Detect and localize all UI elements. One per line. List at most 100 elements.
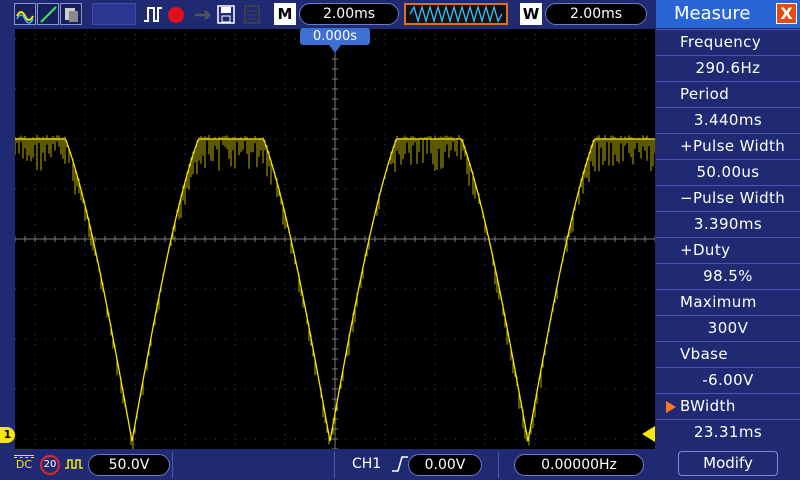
grid-dot xyxy=(385,138,386,140)
grid-dot xyxy=(45,38,46,40)
grid-dot xyxy=(155,138,156,140)
grid-dot xyxy=(584,264,586,265)
grid-dot xyxy=(584,274,586,275)
grid-dot xyxy=(625,38,626,40)
measure-value-row: -6.00V xyxy=(656,367,800,393)
grid-dot xyxy=(84,294,86,295)
grid-dot xyxy=(125,388,126,390)
grid-dot xyxy=(134,94,136,95)
measure-value: -6.00V xyxy=(702,371,754,389)
grid-dot xyxy=(375,288,376,290)
grid-dot xyxy=(15,188,16,190)
grid-dot xyxy=(384,264,386,265)
grid-dot xyxy=(434,314,436,315)
grid-dot xyxy=(484,124,486,125)
measure-label-row-selected[interactable]: BWidth xyxy=(656,393,800,419)
grid-dot xyxy=(34,324,36,325)
measure-value: 98.5% xyxy=(703,267,753,285)
grid-dot xyxy=(484,254,486,255)
grid-dot xyxy=(215,438,216,440)
grid-dot xyxy=(115,138,116,140)
modify-button[interactable]: Modify xyxy=(678,451,778,476)
grid-dot xyxy=(584,154,586,155)
grid-dot xyxy=(435,188,436,190)
grid-dot xyxy=(484,214,486,215)
waveform-screen[interactable] xyxy=(14,28,656,451)
grid-dot xyxy=(615,288,616,290)
grid-dot xyxy=(135,38,136,40)
grid-dot xyxy=(534,434,536,435)
grid-dot xyxy=(75,288,76,290)
grid-dot xyxy=(515,138,516,140)
grid-dot xyxy=(634,434,636,435)
pulse-trigger-icon[interactable] xyxy=(143,3,163,25)
grid-dot xyxy=(505,38,506,40)
grid-dot xyxy=(575,88,576,90)
measure-label-row[interactable]: +Duty xyxy=(656,237,800,263)
grid-dot xyxy=(434,44,436,45)
coupling-indicator[interactable]: DC xyxy=(14,455,34,470)
grid-dot xyxy=(615,88,616,90)
grid-dot xyxy=(245,288,246,290)
close-button[interactable]: X xyxy=(776,3,797,24)
grid-dot xyxy=(65,188,66,190)
grid-dot xyxy=(445,338,446,340)
invert-icon[interactable] xyxy=(64,456,84,476)
grid-dot xyxy=(85,338,86,340)
volts-per-div-display[interactable]: 50.0V xyxy=(88,454,170,476)
save-disk-icon[interactable] xyxy=(216,3,236,25)
grid-dot xyxy=(34,334,36,335)
measure-label-row[interactable]: Period xyxy=(656,81,800,107)
grid-dot xyxy=(145,188,146,190)
measure-label-row[interactable]: Frequency xyxy=(656,29,800,55)
window-timebase-display[interactable]: 2.00ms xyxy=(545,3,647,25)
measure-label-row[interactable]: +Pulse Width xyxy=(656,133,800,159)
grid-dot xyxy=(565,88,566,90)
trigger-level-display[interactable]: 0.00V xyxy=(408,454,482,476)
grid-dot xyxy=(484,184,486,185)
waveform-display-icon[interactable] xyxy=(14,3,36,25)
grid-dot xyxy=(434,274,436,275)
grid-dot xyxy=(485,438,486,440)
grid-dot xyxy=(434,184,436,185)
xy-mode-icon[interactable] xyxy=(37,3,59,25)
grid-dot xyxy=(165,438,166,440)
grid-dot xyxy=(275,138,276,140)
persistence-icon[interactable] xyxy=(60,3,82,25)
grid-dot xyxy=(434,54,436,55)
rising-edge-icon[interactable] xyxy=(391,454,409,478)
grid-dot xyxy=(284,64,286,65)
record-icon[interactable] xyxy=(166,3,186,25)
trigger-level-marker[interactable] xyxy=(642,426,655,442)
grid-dot xyxy=(434,234,436,235)
grid-dot xyxy=(284,334,286,335)
measure-label-row[interactable]: Maximum xyxy=(656,289,800,315)
grid-dot xyxy=(505,138,506,140)
grid-dot xyxy=(115,338,116,340)
grid-dot xyxy=(545,338,546,340)
grid-dot xyxy=(434,424,436,425)
grid-dot xyxy=(34,444,36,445)
grid-dot xyxy=(185,88,186,90)
grid-dot xyxy=(384,414,386,415)
grid-dot xyxy=(35,288,36,290)
grid-dot xyxy=(634,174,636,175)
trigger-position-label[interactable]: 0.000s xyxy=(300,28,370,45)
trigger-source-label[interactable]: CH1 xyxy=(352,456,381,472)
grid-dot xyxy=(384,84,386,85)
timebase-display[interactable]: 2.00ms xyxy=(299,3,399,25)
grid-dot xyxy=(84,104,86,105)
grid-dot xyxy=(215,338,216,340)
measure-label-row[interactable]: −Pulse Width xyxy=(656,185,800,211)
grid-dot xyxy=(134,314,136,315)
grid-dot xyxy=(185,288,186,290)
measure-label-row[interactable]: Vbase xyxy=(656,341,800,367)
status-slot xyxy=(92,3,136,25)
grid-dot xyxy=(534,344,536,345)
grid-dot xyxy=(184,114,186,115)
ch1-ground-marker[interactable]: 1 xyxy=(0,427,15,443)
zoom-window-preview[interactable] xyxy=(404,3,508,25)
grid-dot xyxy=(284,134,286,135)
grid-dot xyxy=(434,404,436,405)
bandwidth-limit-indicator[interactable]: 20 xyxy=(40,455,60,475)
